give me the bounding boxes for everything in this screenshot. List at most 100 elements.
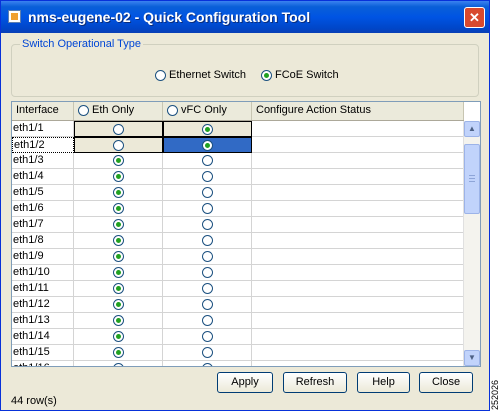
eth-only-radio[interactable] [112,362,124,366]
vfc-only-radio[interactable] [201,170,213,182]
vfc-only-radio[interactable] [201,314,213,326]
header-eth-only[interactable]: Eth Only [74,102,163,120]
vfc-only-radio[interactable] [201,298,213,310]
vfc-only-cell[interactable] [163,361,252,366]
vfc-only-radio[interactable] [201,362,213,366]
eth-only-radio[interactable] [112,154,124,166]
fcoe-switch-radio[interactable] [261,69,272,81]
eth-only-cell[interactable] [74,217,163,233]
eth-only-cell[interactable] [74,153,163,169]
refresh-button[interactable]: Refresh [283,372,347,393]
vfc-only-cell[interactable] [163,345,252,361]
vfc-only-cell[interactable] [163,121,252,137]
vfc-only-radio[interactable] [201,266,213,278]
header-vfc-only[interactable]: vFC Only [163,102,252,120]
vfc-only-cell[interactable] [163,297,252,313]
close-button[interactable]: Close [419,372,473,393]
eth-only-radio[interactable] [112,282,124,294]
vfc-only-cell[interactable] [163,329,252,345]
eth-only-radio[interactable] [112,330,124,342]
vfc-only-cell[interactable] [163,233,252,249]
vfc-only-radio[interactable] [201,282,213,294]
header-status[interactable]: Configure Action Status [252,102,464,120]
vfc-only-radio[interactable] [201,186,213,198]
table-row[interactable]: eth1/12 [12,297,464,313]
vfc-only-cell[interactable] [163,313,252,329]
eth-only-cell[interactable] [74,185,163,201]
vfc-only-cell[interactable] [163,249,252,265]
ethernet-switch-option[interactable]: Ethernet Switch [155,69,246,81]
vfc-only-cell[interactable] [163,217,252,233]
eth-only-cell[interactable] [74,249,163,265]
table-row[interactable]: eth1/2 [12,137,464,153]
vfc-only-cell[interactable] [163,169,252,185]
vfc-only-cell[interactable] [163,201,252,217]
title-bar[interactable]: nms-eugene-02 - Quick Configuration Tool… [1,1,489,33]
eth-only-cell[interactable] [74,361,163,366]
eth-only-radio[interactable] [112,186,124,198]
fcoe-switch-option[interactable]: FCoE Switch [261,69,339,81]
eth-only-radio[interactable] [112,298,124,310]
table-row[interactable]: eth1/15 [12,345,464,361]
vfc-only-all-radio[interactable] [167,104,178,116]
eth-only-cell[interactable] [74,233,163,249]
table-row[interactable]: eth1/1 [12,121,464,137]
eth-only-radio[interactable] [112,218,124,230]
vfc-only-radio[interactable] [201,250,213,262]
vfc-only-radio[interactable] [201,330,213,342]
table-row[interactable]: eth1/5 [12,185,464,201]
eth-only-radio[interactable] [113,139,124,151]
eth-only-radio[interactable] [112,266,124,278]
scroll-down-icon[interactable]: ▼ [464,350,480,366]
help-button[interactable]: Help [357,372,410,393]
eth-only-radio[interactable] [112,314,124,326]
scroll-thumb[interactable] [464,144,480,214]
eth-only-cell[interactable] [74,169,163,185]
eth-only-radio[interactable] [112,250,124,262]
eth-only-cell[interactable] [74,329,163,345]
header-interface[interactable]: Interface [12,102,74,120]
eth-only-cell[interactable] [74,265,163,281]
vfc-only-radio[interactable] [201,234,213,246]
vfc-only-cell[interactable] [163,185,252,201]
eth-only-cell[interactable] [74,201,163,217]
vfc-only-radio[interactable] [201,154,213,166]
table-row[interactable]: eth1/14 [12,329,464,345]
eth-only-cell[interactable] [74,121,163,137]
table-row[interactable]: eth1/4 [12,169,464,185]
eth-only-cell[interactable] [74,281,163,297]
ethernet-switch-radio[interactable] [155,69,166,81]
vfc-only-cell[interactable] [163,153,252,169]
table-row[interactable]: eth1/6 [12,201,464,217]
vfc-only-radio[interactable] [202,139,213,151]
eth-only-radio[interactable] [112,346,124,358]
eth-only-radio[interactable] [112,202,124,214]
eth-only-radio[interactable] [112,170,124,182]
vertical-scrollbar[interactable]: ▲ ▼ [463,121,480,366]
table-row[interactable]: eth1/7 [12,217,464,233]
scroll-up-icon[interactable]: ▲ [464,121,480,137]
eth-only-cell[interactable] [74,345,163,361]
vfc-only-radio[interactable] [201,218,213,230]
vfc-only-radio[interactable] [202,123,213,135]
table-row[interactable]: eth1/16 [12,361,464,366]
table-row[interactable]: eth1/8 [12,233,464,249]
vfc-only-cell[interactable] [163,281,252,297]
eth-only-radio[interactable] [113,123,124,135]
vfc-only-radio[interactable] [201,346,213,358]
table-row[interactable]: eth1/11 [12,281,464,297]
apply-button[interactable]: Apply [217,372,273,393]
eth-only-all-radio[interactable] [78,104,89,116]
vfc-only-cell[interactable] [163,265,252,281]
vfc-only-radio[interactable] [201,202,213,214]
table-row[interactable]: eth1/10 [12,265,464,281]
close-window-icon[interactable]: ✕ [464,7,485,28]
table-row[interactable]: eth1/9 [12,249,464,265]
eth-only-cell[interactable] [74,313,163,329]
eth-only-radio[interactable] [112,234,124,246]
eth-only-cell[interactable] [74,137,163,153]
table-row[interactable]: eth1/13 [12,313,464,329]
vfc-only-cell[interactable] [163,137,252,153]
eth-only-cell[interactable] [74,297,163,313]
table-row[interactable]: eth1/3 [12,153,464,169]
